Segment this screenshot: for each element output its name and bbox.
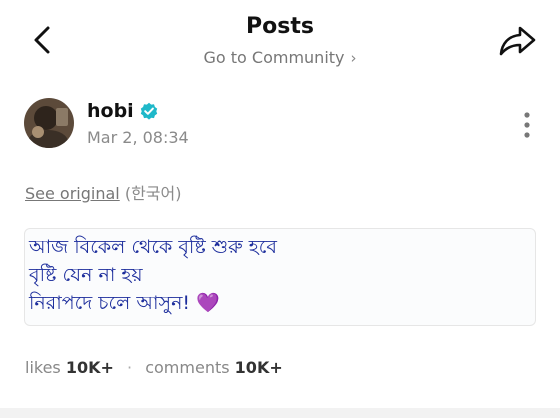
verified-badge-icon xyxy=(140,102,157,120)
post-stats: likes 10K+ · comments 10K+ xyxy=(25,358,283,377)
comments-label: comments xyxy=(145,358,230,377)
avatar[interactable] xyxy=(24,98,74,148)
share-button[interactable] xyxy=(496,20,538,60)
translated-content-box: আজ বিকেল থেকে বৃষ্টি শুরু হবে বৃষ্টি যেন… xyxy=(24,228,536,326)
author-name[interactable]: hobi xyxy=(87,100,134,122)
page-title: Posts xyxy=(246,14,314,39)
top-bar: Posts Go to Community › xyxy=(0,0,560,80)
avatar-image xyxy=(24,98,74,148)
original-language: (한국어) xyxy=(124,184,182,203)
post-line: নিরাপদে চলে আসুন! 💜 xyxy=(29,292,220,314)
likes-count[interactable]: 10K+ xyxy=(66,358,114,377)
share-arrow-icon xyxy=(499,26,536,56)
more-options-button[interactable] xyxy=(520,110,534,140)
likes-label: likes xyxy=(25,358,61,377)
author-name-row: hobi xyxy=(87,100,158,122)
go-to-community-label: Go to Community xyxy=(203,48,345,67)
comments-count[interactable]: 10K+ xyxy=(235,358,283,377)
post-body: আজ বিকেল থেকে বৃষ্টি শুরু হবে বৃষ্টি যেন… xyxy=(29,233,277,317)
post-author-row: hobi Mar 2, 08:34 xyxy=(24,98,534,154)
see-original-row: See original (한국어) xyxy=(25,180,181,204)
separator-dot: · xyxy=(127,358,133,377)
go-to-community-link[interactable]: Go to Community › xyxy=(0,48,560,67)
post-line: আজ বিকেল থেকে বৃষ্টি শুরু হবে xyxy=(29,236,277,258)
vertical-dots-icon xyxy=(524,112,530,138)
chevron-right-icon: › xyxy=(350,49,357,67)
post-line: বৃষ্টি যেন না হয় xyxy=(29,264,143,286)
bottom-divider xyxy=(0,408,560,418)
post-timestamp: Mar 2, 08:34 xyxy=(87,128,189,147)
see-original-link[interactable]: See original xyxy=(25,184,120,203)
